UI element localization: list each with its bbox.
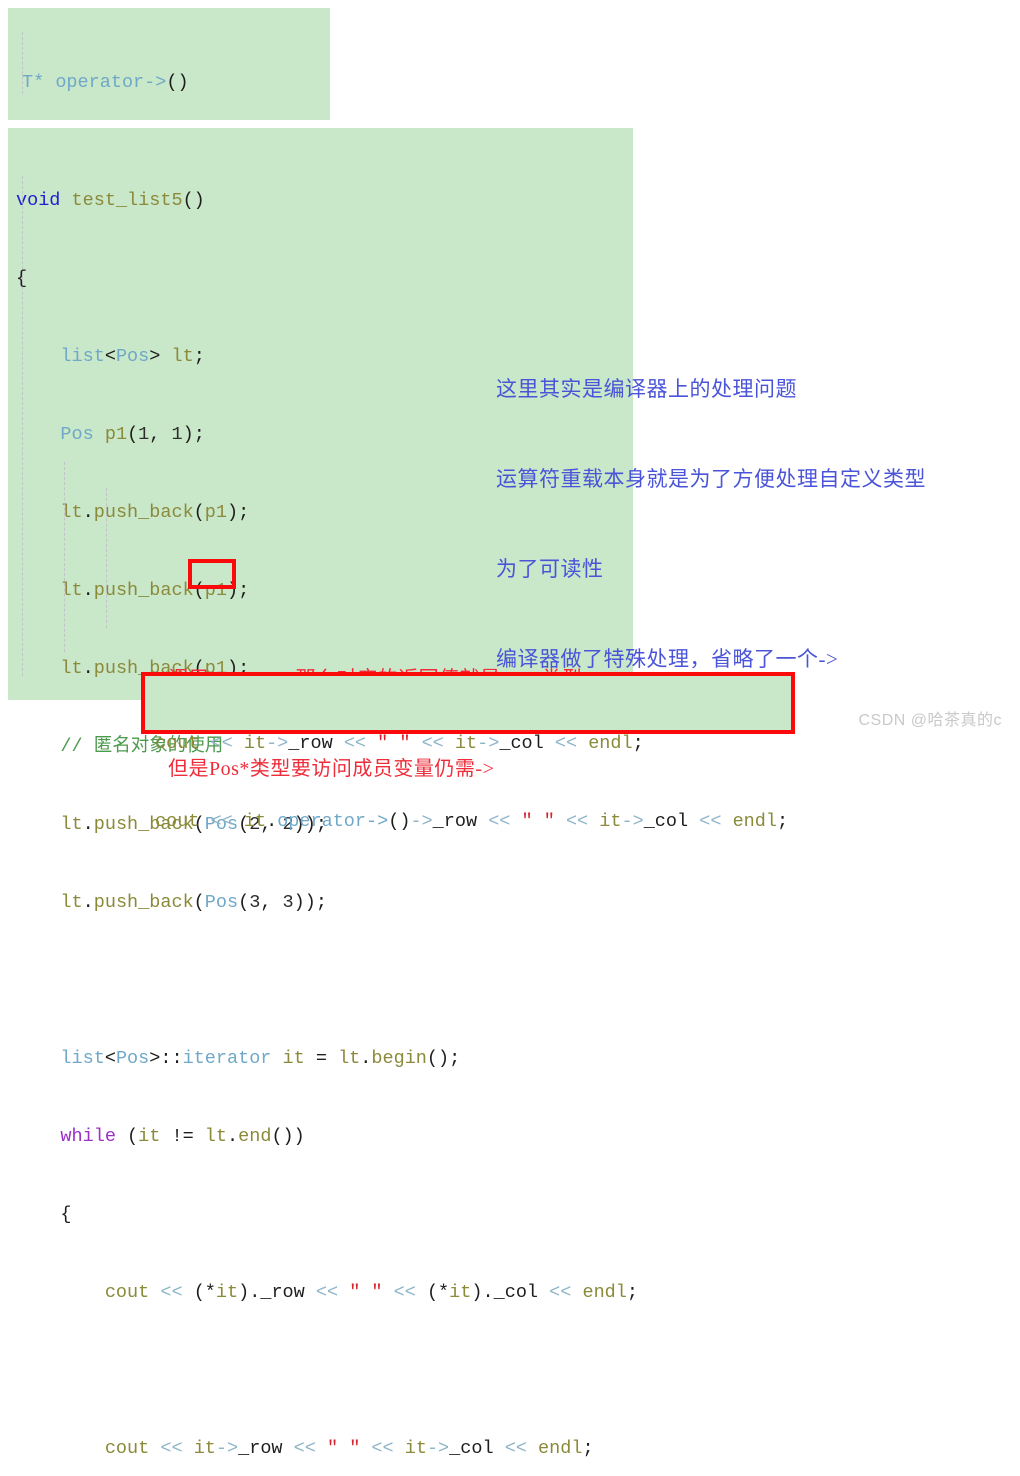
code-line: cout << it->_row << " " << it->_col << e…	[104, 1438, 594, 1459]
code-line: T* operator->()	[22, 72, 189, 93]
bottom-code-text: cout << it->_row << " " << it->_col << e…	[145, 679, 791, 887]
note-line: 这里其实是编译器上的处理问题	[496, 377, 797, 401]
code-line: void test_list5()	[16, 190, 205, 211]
top-code-snippet: T* operator->() { return &_pnode->_data;…	[8, 8, 330, 327]
note-line: 运算符重载本身就是为了方便处理自定义类型	[496, 467, 926, 491]
code-line: cout << it->_row << " " << it->_col << e…	[155, 733, 644, 754]
code-line: cout << it.operator->()->_row << " " << …	[155, 811, 789, 832]
note-line: 为了可读性	[496, 557, 604, 581]
code-line: {	[16, 268, 28, 289]
code-line: lt.push_back(Pos(3, 3));	[60, 892, 327, 913]
code-line: {	[16, 1204, 72, 1225]
code-line: list<Pos>::iterator it = lt.begin();	[60, 1048, 461, 1069]
bottom-code-snippet-boxed: cout << it->_row << " " << it->_col << e…	[141, 672, 795, 832]
csdn-watermark: CSDN @哈茶真的c	[858, 712, 1002, 729]
it-arrow-highlight-box	[188, 559, 236, 589]
code-line: while (it != lt.end())	[60, 1126, 305, 1147]
code-line: cout << (*it)._row << " " << (*it)._col …	[104, 1282, 638, 1303]
